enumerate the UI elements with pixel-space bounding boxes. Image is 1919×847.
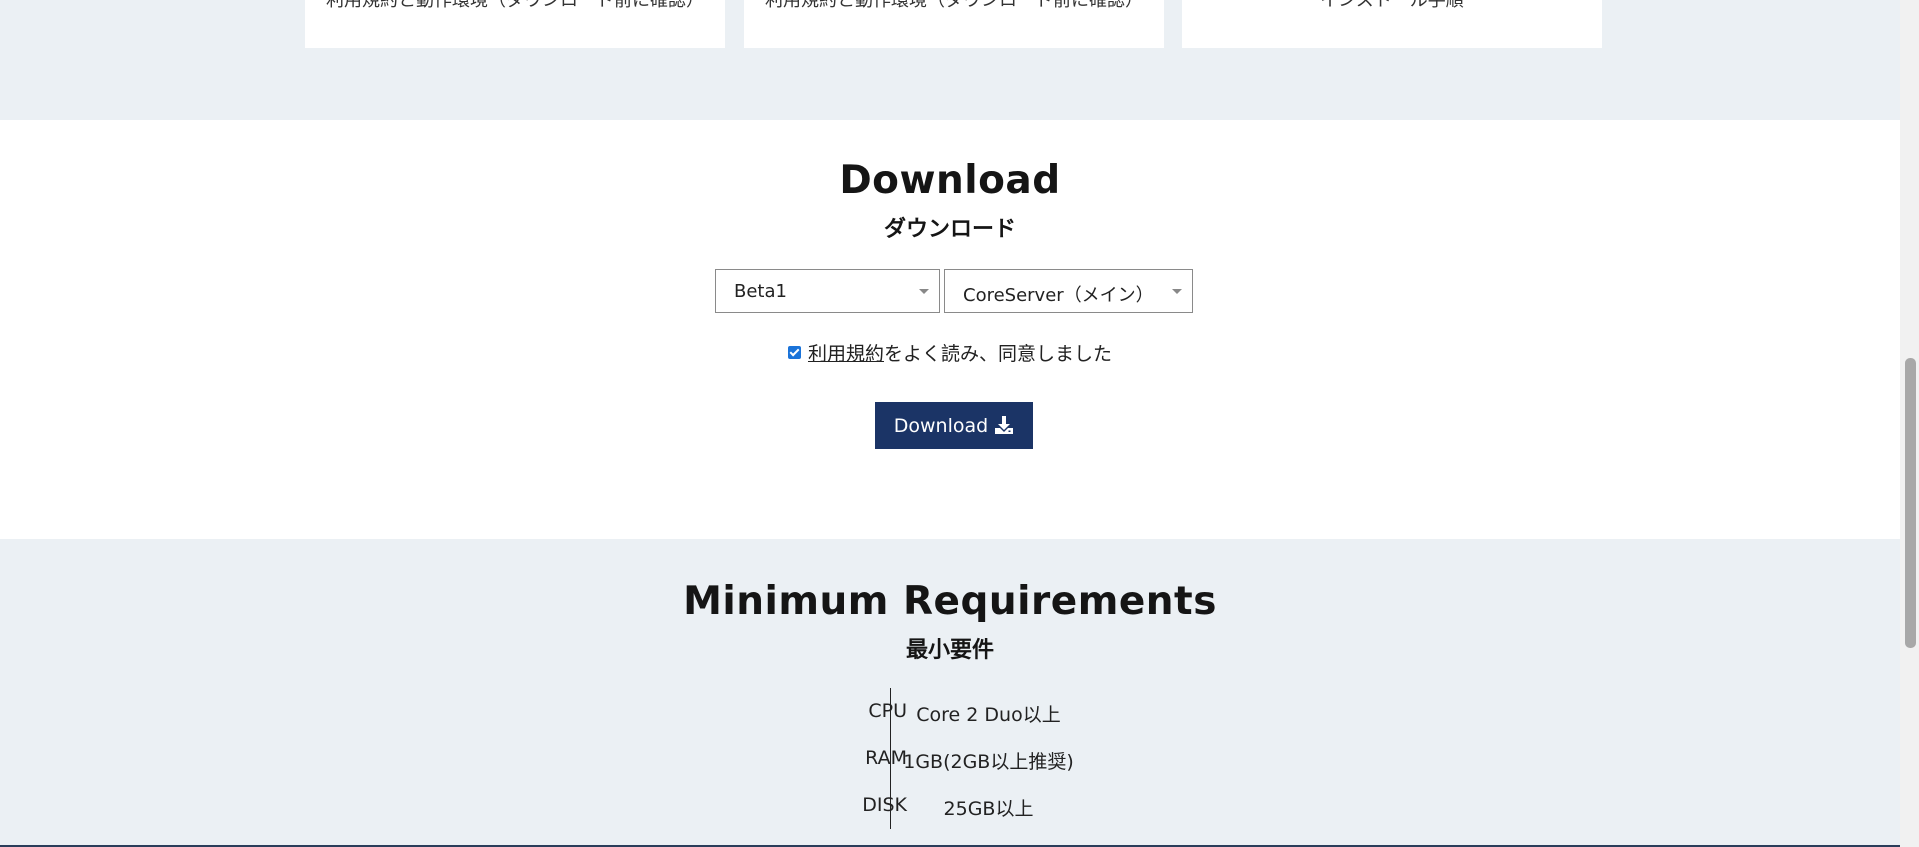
edition-select-value: CoreServer（メイン）: [963, 285, 1154, 306]
feature-card[interactable]: 利用規約と動作環境（ダウンロード前に確認）: [305, 0, 725, 48]
download-button-label: Download: [893, 415, 989, 437]
feature-card[interactable]: インストール手順: [1182, 0, 1602, 48]
download-button[interactable]: Download: [875, 402, 1033, 449]
download-title: Download: [839, 158, 1061, 203]
agree-checkbox[interactable]: [787, 346, 801, 359]
requirement-value: 25GB以上: [943, 798, 1034, 820]
feature-card-text: 利用規約と動作環境（ダウンロード前に確認）: [326, 0, 704, 11]
requirements-title: Minimum Requirements: [683, 579, 1217, 624]
requirements-section: Minimum Requirements 最小要件 CPU Core 2 Duo…: [0, 539, 1900, 845]
page: 利用規約と動作環境（ダウンロード前に確認） 利用規約と動作環境（ダウンロード前に…: [0, 0, 1919, 847]
version-select[interactable]: Beta1: [715, 269, 940, 313]
requirement-value: 1GB(2GB以上推奨): [903, 751, 1074, 773]
feature-cards-section: 利用規約と動作環境（ダウンロード前に確認） 利用規約と動作環境（ダウンロード前に…: [0, 0, 1900, 120]
version-select-value: Beta1: [734, 281, 787, 302]
requirement-key: DISK: [862, 794, 907, 816]
requirement-value: Core 2 Duo以上: [916, 704, 1061, 726]
requirement-row: CPU Core 2 Duo以上: [825, 700, 1085, 730]
feature-card-text: 利用規約と動作環境（ダウンロード前に確認）: [765, 0, 1143, 11]
terms-link[interactable]: 利用規約: [808, 343, 884, 365]
download-section: Download ダウンロード Beta1 CoreServer（メイン） 利用…: [0, 120, 1900, 539]
agree-text: をよく読み、同意しました: [884, 343, 1113, 365]
requirement-row: RAM 1GB(2GB以上推奨): [825, 747, 1085, 777]
feature-card[interactable]: 利用規約と動作環境（ダウンロード前に確認）: [744, 0, 1164, 48]
requirement-key: CPU: [868, 700, 907, 722]
edition-select[interactable]: CoreServer（メイン）: [944, 269, 1193, 313]
download-subtitle: ダウンロード: [883, 217, 1016, 242]
scrollbar-thumb[interactable]: [1905, 358, 1916, 648]
chevron-down-icon: [1172, 289, 1182, 294]
requirement-key: RAM: [865, 747, 907, 769]
download-icon: [995, 415, 1014, 434]
feature-card-text: インストール手順: [1320, 0, 1464, 11]
scrollbar[interactable]: [1900, 0, 1919, 847]
requirements-subtitle: 最小要件: [905, 638, 994, 663]
chevron-down-icon: [919, 289, 929, 294]
agree-row: 利用規約をよく読み、同意しました: [0, 339, 1900, 366]
requirement-row: DISK 25GB以上: [825, 794, 1085, 824]
